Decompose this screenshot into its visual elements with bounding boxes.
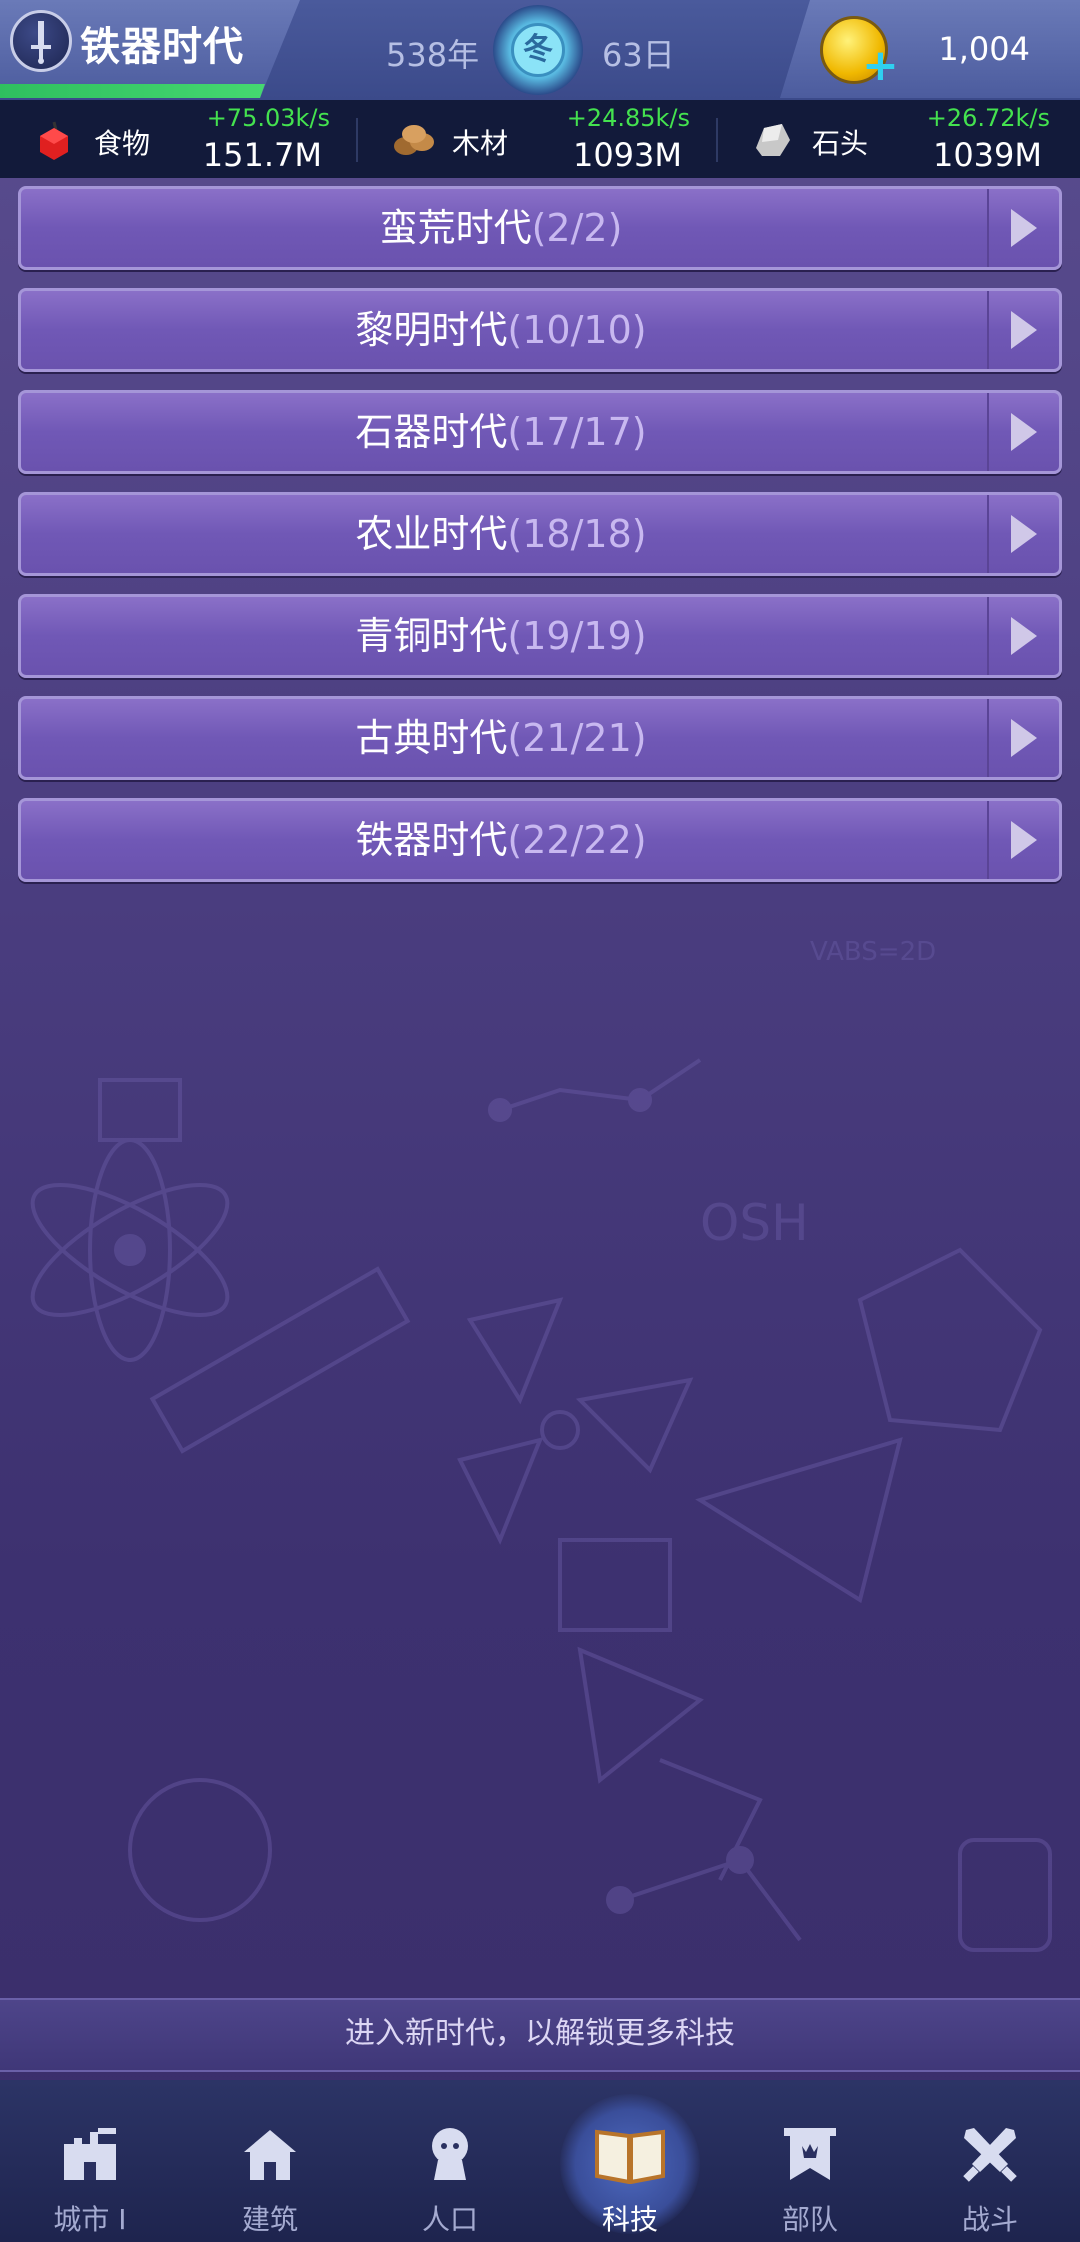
era-row[interactable]: 农业时代(18/18) bbox=[18, 492, 1062, 576]
era-row[interactable]: 蛮荒时代(2/2) bbox=[18, 186, 1062, 270]
chevron-right-icon[interactable] bbox=[987, 393, 1059, 471]
city-icon bbox=[60, 2124, 120, 2184]
nav-label: 城市 I bbox=[53, 2203, 127, 2236]
banner-icon bbox=[780, 2124, 840, 2184]
era-label: 铁器时代(22/22) bbox=[355, 818, 647, 862]
house-icon bbox=[240, 2124, 300, 2184]
era-label: 农业时代(18/18) bbox=[355, 512, 647, 556]
season-label: 冬 bbox=[511, 23, 565, 77]
era-label: 石器时代(17/17) bbox=[355, 410, 647, 454]
resource-rate: +26.72k/s bbox=[926, 104, 1050, 132]
gold-amount: 1,004 bbox=[938, 30, 1030, 68]
era-row[interactable]: 青铜时代(19/19) bbox=[18, 594, 1062, 678]
era-label: 青铜时代(19/19) bbox=[355, 614, 647, 658]
nav-population[interactable]: 人口 bbox=[360, 2080, 540, 2242]
chevron-right-icon[interactable] bbox=[987, 495, 1059, 573]
era-row[interactable]: 黎明时代(10/10) bbox=[18, 288, 1062, 372]
era-label: 蛮荒时代(2/2) bbox=[379, 206, 623, 250]
nav-city[interactable]: 城市 I bbox=[0, 2080, 180, 2242]
resource-stone: 石头 +26.72k/s 1039M bbox=[720, 100, 1080, 178]
unlock-hint: 进入新时代，以解锁更多科技 bbox=[0, 1998, 1080, 2072]
chevron-right-icon[interactable] bbox=[987, 801, 1059, 879]
current-era-title: 铁器时代 bbox=[80, 24, 244, 70]
svg-text:OSH: OSH bbox=[700, 1194, 809, 1252]
era-row[interactable]: 铁器时代(22/22) bbox=[18, 798, 1062, 882]
resource-rate: +75.03k/s bbox=[206, 104, 330, 132]
resource-value: 1093M bbox=[572, 136, 682, 174]
person-icon bbox=[420, 2124, 480, 2184]
resource-name: 石头 bbox=[812, 127, 869, 160]
apple-icon bbox=[32, 118, 76, 162]
nav-troops[interactable]: 部队 bbox=[720, 2080, 900, 2242]
chevron-right-icon[interactable] bbox=[987, 291, 1059, 369]
season-badge: 冬 bbox=[493, 5, 583, 95]
chevron-right-icon[interactable] bbox=[987, 699, 1059, 777]
resource-name: 木材 bbox=[452, 127, 509, 160]
resource-value: 1039M bbox=[932, 136, 1042, 174]
nav-label: 部队 bbox=[781, 2203, 838, 2236]
nav-battle[interactable]: 战斗 bbox=[900, 2080, 1080, 2242]
era-list: 蛮荒时代(2/2) 黎明时代(10/10) 石器时代(17/17) 农业时代(1… bbox=[18, 186, 1062, 900]
resource-rate: +24.85k/s bbox=[566, 104, 690, 132]
nav-label: 战斗 bbox=[961, 2203, 1018, 2236]
nav-label: 科技 bbox=[601, 2203, 658, 2236]
chevron-right-icon[interactable] bbox=[987, 597, 1059, 675]
era-label: 黎明时代(10/10) bbox=[355, 308, 647, 352]
resource-wood: 木材 +24.85k/s 1093M bbox=[360, 100, 720, 178]
era-label: 古典时代(21/21) bbox=[355, 716, 647, 760]
chevron-right-icon[interactable] bbox=[987, 189, 1059, 267]
resource-bar: 食物 +75.03k/s 151.7M 木材 +24.85k/s 1093M 石… bbox=[0, 100, 1080, 178]
nav-buildings[interactable]: 建筑 bbox=[180, 2080, 360, 2242]
stone-icon bbox=[750, 118, 794, 162]
day-label: 63日 bbox=[602, 36, 675, 74]
nav-technology[interactable]: 科技 bbox=[540, 2080, 720, 2242]
nav-label: 人口 bbox=[421, 2203, 478, 2236]
year-label: 538年 bbox=[386, 36, 480, 74]
resource-food: 食物 +75.03k/s 151.7M bbox=[0, 100, 360, 178]
resource-value: 151.7M bbox=[202, 136, 322, 174]
era-row[interactable]: 石器时代(17/17) bbox=[18, 390, 1062, 474]
era-progress-bar bbox=[0, 84, 265, 98]
sword-icon bbox=[10, 10, 72, 72]
crossed-swords-icon bbox=[960, 2124, 1020, 2184]
svg-text:VABS=2D: VABS=2D bbox=[810, 937, 936, 967]
book-icon bbox=[595, 2124, 665, 2185]
era-row[interactable]: 古典时代(21/21) bbox=[18, 696, 1062, 780]
nav-label: 建筑 bbox=[241, 2203, 298, 2236]
add-gold-icon[interactable]: + bbox=[862, 44, 899, 88]
divider bbox=[716, 118, 718, 162]
divider bbox=[356, 118, 358, 162]
wood-logs-icon bbox=[390, 118, 434, 162]
